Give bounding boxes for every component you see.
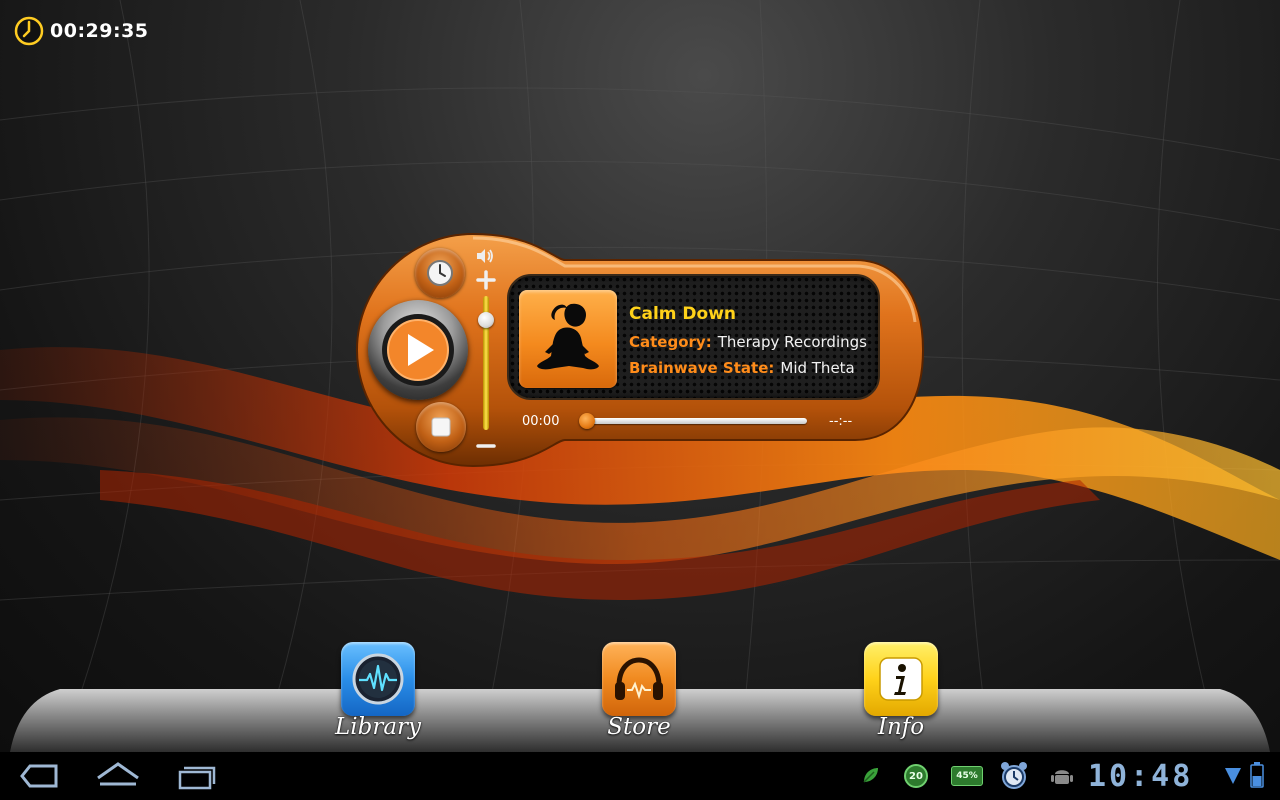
volume-up-button[interactable]: [476, 270, 496, 290]
timer-button[interactable]: [415, 248, 465, 298]
play-icon: [382, 314, 454, 386]
library-tile[interactable]: [341, 642, 415, 716]
system-clock: 10:48: [1088, 759, 1194, 794]
session-timer-text: 00:29:35: [50, 20, 149, 42]
info-tile[interactable]: [864, 642, 938, 716]
dock-info[interactable]: Info: [846, 642, 956, 752]
total-time: --:--: [829, 414, 853, 429]
home-icon: [97, 762, 139, 786]
stop-button[interactable]: [416, 402, 466, 452]
category-value: Therapy Recordings: [717, 333, 867, 351]
dock-library[interactable]: Library: [323, 642, 433, 752]
recent-apps-button[interactable]: [174, 760, 222, 792]
volume-down-button[interactable]: [476, 436, 496, 456]
android-icon: [1051, 770, 1073, 784]
waveform-icon: [352, 653, 404, 705]
stop-icon: [431, 417, 451, 437]
battery-icon: [1250, 762, 1264, 788]
plus-icon: [476, 270, 496, 290]
wifi-icon: [1225, 768, 1241, 784]
session-timer: 00:29:35: [14, 14, 149, 48]
clock-icon: [14, 16, 44, 46]
alarm-icon: [1001, 762, 1027, 789]
dock-info-label: Info: [877, 714, 925, 740]
meditation-silhouette-icon: [537, 303, 599, 370]
clock-icon: [427, 260, 453, 286]
recent-apps-icon: [178, 766, 216, 790]
info-icon: [879, 657, 923, 701]
store-tile[interactable]: [602, 642, 676, 716]
back-button[interactable]: [14, 760, 62, 792]
dock-library-label: Library: [334, 714, 422, 740]
battery-badge-text: 20: [909, 770, 923, 782]
leaf-icon: [863, 768, 878, 783]
progress-thumb[interactable]: [579, 413, 595, 429]
back-icon: [20, 764, 58, 788]
volume-icon: [477, 249, 493, 263]
percent-badge-icon: 45%: [951, 766, 983, 786]
elapsed-time: 00:00: [522, 414, 560, 429]
track-info-panel: Calm Down Category: Therapy Recordings Br…: [507, 274, 880, 400]
percent-badge-text: 45%: [956, 771, 978, 781]
volume-slider-thumb[interactable]: [478, 312, 494, 329]
category-row: Category: Therapy Recordings: [629, 333, 867, 351]
brainwave-row: Brainwave State: Mid Theta: [629, 359, 855, 377]
category-label: Category:: [629, 333, 712, 351]
dock-store[interactable]: Store: [584, 642, 694, 752]
player-widget: Calm Down Category: Therapy Recordings Br…: [355, 232, 927, 468]
track-title: Calm Down: [629, 304, 737, 324]
system-bar: 20 45% 10:48: [0, 752, 1280, 800]
progress-bar[interactable]: [587, 418, 807, 424]
play-button[interactable]: [368, 300, 468, 400]
battery-badge-icon: 20: [904, 764, 928, 788]
album-art: [519, 290, 617, 388]
dock-store-label: Store: [607, 714, 671, 740]
headphones-icon: [615, 657, 663, 700]
brainwave-value: Mid Theta: [780, 359, 855, 377]
home-button[interactable]: [94, 760, 142, 792]
brainwave-label: Brainwave State:: [629, 359, 775, 377]
